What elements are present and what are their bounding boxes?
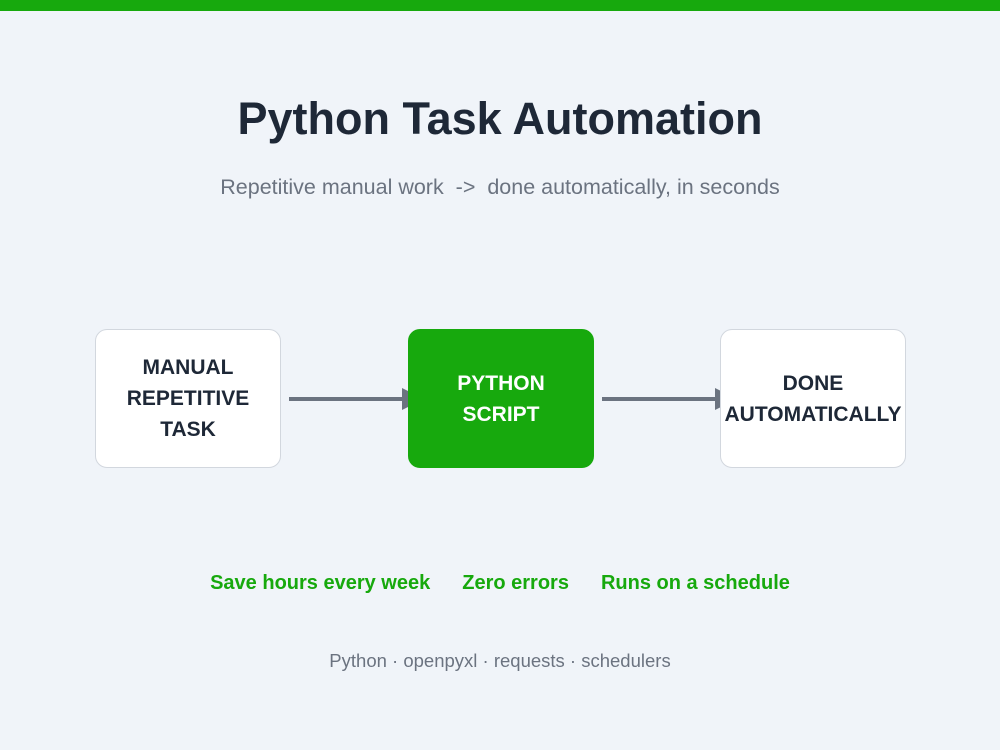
step-script-line-1: PYTHON: [457, 371, 545, 395]
step-done-box: DONE AUTOMATICALLY: [720, 329, 906, 468]
tech-stack-footer: Python · openpyxl · requests · scheduler…: [329, 650, 671, 671]
step-manual-line-3: TASK: [160, 418, 216, 441]
benefits-row: Save hours every week Zero errors Runs o…: [0, 570, 1000, 596]
step-manual-line-2: REPETITIVE: [126, 387, 250, 410]
benefit-zero-errors: Zero errors: [462, 572, 569, 594]
page-subtitle: Repetitive manual work -> done automatic…: [220, 175, 780, 199]
page-title: Python Task Automation: [237, 93, 763, 144]
arrow-script-to-done: [602, 388, 737, 410]
benefit-schedule: Runs on a schedule: [600, 572, 790, 594]
step-done-line-2: AUTOMATICALLY: [724, 402, 902, 426]
step-python-script-box: PYTHON SCRIPT: [408, 329, 594, 468]
arrow-manual-to-script: [289, 388, 424, 410]
step-script-line-2: SCRIPT: [462, 402, 540, 426]
benefit-save-hours: Save hours every week: [210, 572, 431, 594]
step-manual-line-1: MANUAL: [142, 356, 234, 379]
step-done-line-1: DONE: [782, 371, 844, 395]
step-manual-task-box: MANUAL REPETITIVE TASK: [95, 329, 281, 468]
top-accent-bar: [0, 0, 1000, 11]
